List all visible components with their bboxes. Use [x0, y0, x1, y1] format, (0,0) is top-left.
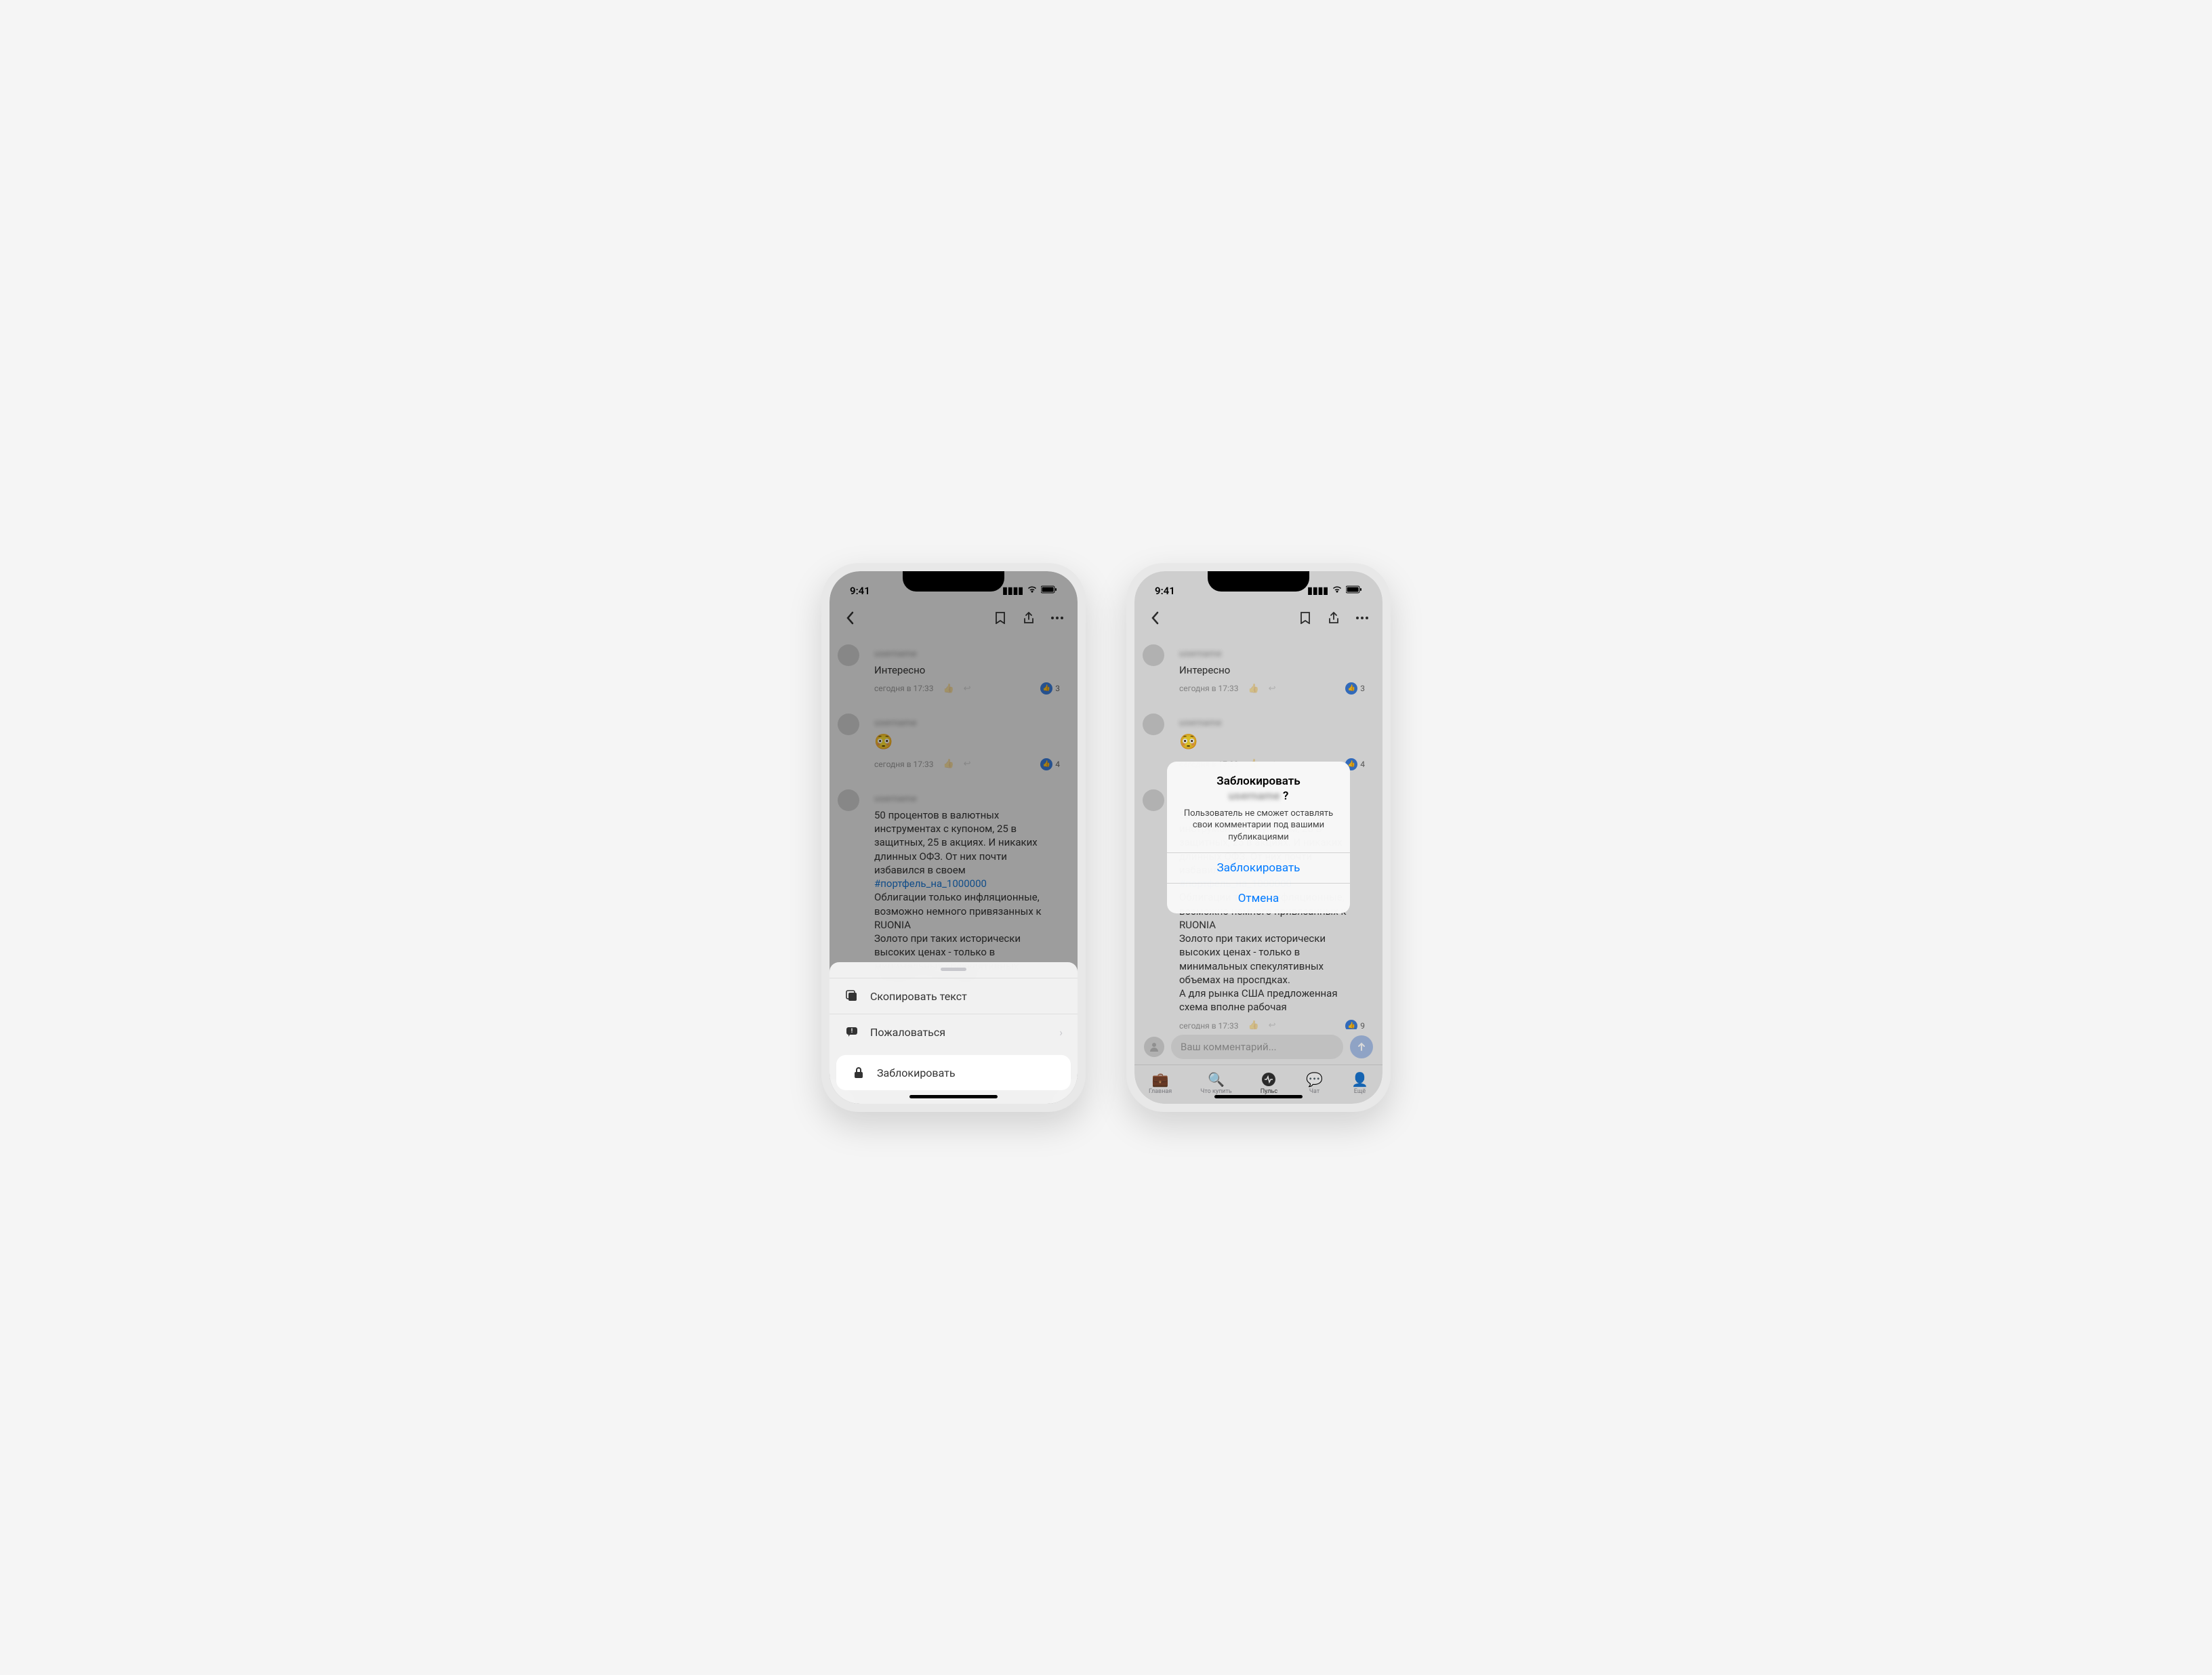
chevron-right-icon: › [1059, 1026, 1063, 1039]
action-sheet: Скопировать текст ! Пожаловаться › Забло… [830, 962, 1078, 1104]
copy-icon [844, 989, 859, 1004]
screen: 9:41 ▮▮▮▮ [1134, 571, 1382, 1104]
screen: 9:41 ▮▮▮▮ [830, 571, 1078, 1104]
notch [903, 571, 1004, 592]
alert-dialog: Заблокировать username ? Пользователь не… [1167, 762, 1350, 914]
svg-text:!: ! [851, 1028, 853, 1035]
home-indicator[interactable] [909, 1095, 998, 1098]
report-icon: ! [844, 1025, 859, 1039]
notch [1208, 571, 1309, 592]
alert-title: Заблокировать username ? [1178, 774, 1339, 804]
home-indicator[interactable] [1214, 1095, 1303, 1098]
phone-mockup-left: 9:41 ▮▮▮▮ [821, 563, 1086, 1112]
sheet-handle[interactable] [941, 968, 966, 971]
sheet-report[interactable]: ! Пожаловаться › [830, 1014, 1078, 1050]
phone-mockup-right: 9:41 ▮▮▮▮ [1126, 563, 1391, 1112]
sheet-block[interactable]: Заблокировать [836, 1055, 1071, 1090]
alert-confirm-button[interactable]: Заблокировать [1167, 852, 1350, 883]
sheet-copy-text[interactable]: Скопировать текст [830, 978, 1078, 1014]
alert-body: Пользователь не сможет оставлять свои ко… [1178, 808, 1339, 844]
lock-icon [851, 1065, 866, 1080]
alert-cancel-button[interactable]: Отмена [1167, 883, 1350, 913]
overlay-dim[interactable]: Заблокировать username ? Пользователь не… [1134, 571, 1382, 1104]
